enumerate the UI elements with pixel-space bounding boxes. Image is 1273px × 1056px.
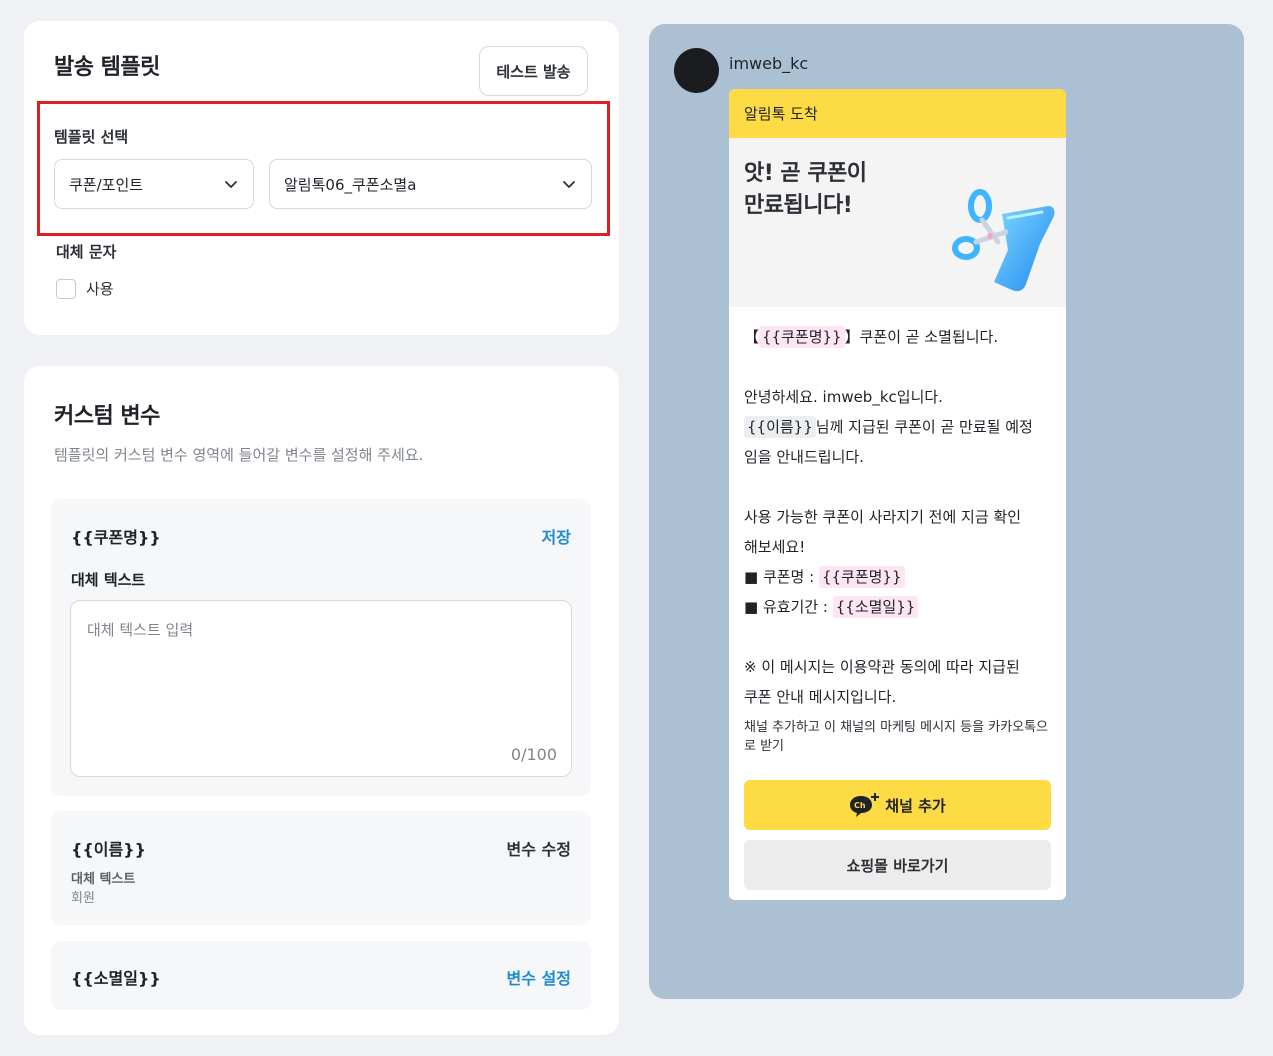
alimtalk-bubble: 알림톡 도착 앗! 곧 쿠폰이 만료됩니다! 【 {{쿠폰명}} 】쿠폰이 곧 … xyxy=(729,89,1066,900)
body-line-3: 임을 안내드립니다. xyxy=(744,448,864,466)
body-line-name: {{이름}} 님께 지급된 쿠폰이 곧 만료될 예정 xyxy=(744,412,1051,442)
custom-vars-description: 템플릿의 커스텀 변수 영역에 들어갈 변수를 설정해 주세요. xyxy=(54,446,424,464)
greeting: 안녕하세요. imweb_kc입니다. xyxy=(744,388,943,406)
avatar xyxy=(674,48,719,93)
var-item-expire-date: {{소멸일}} 변수 설정 xyxy=(51,941,591,1010)
template-select[interactable]: 알림톡06_쿠폰소멸a xyxy=(269,159,592,209)
hero-banner: 앗! 곧 쿠폰이 만료됩니다! xyxy=(729,138,1066,307)
go-to-shop-button[interactable]: 쇼핑몰 바로가기 xyxy=(744,840,1051,890)
use-checkbox[interactable] xyxy=(56,278,76,299)
var-name: {{소멸일}} xyxy=(71,969,161,988)
sender-name: imweb_kc xyxy=(729,54,809,73)
body-line-4: 사용 가능한 쿠폰이 사라지기 전에 지금 확인 xyxy=(744,508,1022,526)
message-preview: imweb_kc 알림톡 도착 앗! 곧 쿠폰이 만료됩니다! 【 {{쿠폰명}… xyxy=(649,24,1244,999)
var-item-coupon-name: {{쿠폰명}} 저장 대체 텍스트 0/100 xyxy=(51,499,591,796)
set-variable-button[interactable]: 변수 설정 xyxy=(507,965,571,989)
use-label: 사용 xyxy=(86,280,114,298)
category-select-value: 쿠폰/포인트 xyxy=(69,175,144,194)
custom-vars-card: 커스텀 변수 템플릿의 커스텀 변수 영역에 들어갈 변수를 설정해 주세요. … xyxy=(24,366,619,1035)
notice-line-1: ※ 이 메시지는 이용약관 동의에 따라 지급된 xyxy=(744,658,1020,676)
coupon-name-tag: {{쿠폰명}} xyxy=(818,566,905,588)
scissors-coupon-illustration xyxy=(952,189,1055,292)
body-line-1: 【{{쿠폰명}} 】쿠폰이 곧 소멸됩니다. xyxy=(744,326,999,348)
template-select-label: 템플릿 선택 xyxy=(54,128,129,146)
bullet-expiry: ■ 유효기간 : {{소멸일}} xyxy=(744,592,1051,622)
save-button[interactable]: 저장 xyxy=(542,524,571,548)
hero-title-line2: 만료됩니다! xyxy=(744,193,853,218)
edit-variable-button[interactable]: 변수 수정 xyxy=(507,836,571,860)
custom-vars-title: 커스텀 변수 xyxy=(54,404,160,429)
use-alt-message-checkbox-row[interactable]: 사용 xyxy=(56,278,114,299)
var-name: {{쿠폰명}} xyxy=(71,528,161,547)
chevron-down-icon xyxy=(225,181,237,188)
coupon-name-tag: {{쿠폰명}} xyxy=(759,326,845,348)
kakao-channel-icon: Ch xyxy=(850,793,880,817)
test-send-button[interactable]: 테스트 발송 xyxy=(479,46,588,96)
var-item-name: {{이름}} 변수 수정 대체 텍스트 회원 xyxy=(51,811,591,925)
alt-message-label: 대체 문자 xyxy=(56,243,117,261)
category-select[interactable]: 쿠폰/포인트 xyxy=(54,159,254,209)
message-body: 【{{쿠폰명}} 】쿠폰이 곧 소멸됩니다. 안녕하세요. imweb_kc입니다… xyxy=(729,307,1066,712)
var-name: {{이름}} xyxy=(71,840,147,859)
template-card: 발송 템플릿 테스트 발송 템플릿 선택 쿠폰/포인트 알림톡06_쿠폰소멸a … xyxy=(24,21,619,335)
alt-text-label: 대체 텍스트 xyxy=(71,571,146,589)
bubble-header: 알림톡 도착 xyxy=(729,89,1066,138)
expire-date-tag: {{소멸일}} xyxy=(832,596,919,618)
template-select-value: 알림톡06_쿠폰소멸a xyxy=(284,175,417,194)
name-tag: {{이름}} xyxy=(744,416,816,438)
alt-text-input[interactable] xyxy=(71,601,571,776)
add-channel-label: 채널 추가 xyxy=(885,796,946,815)
template-card-title: 발송 템플릿 xyxy=(54,55,160,80)
channel-foot-note: 채널 추가하고 이 채널의 마케팅 메시지 등을 카카오톡으로 받기 xyxy=(744,720,1049,754)
char-counter: 0/100 xyxy=(510,745,557,764)
alt-text-label: 대체 텍스트 xyxy=(71,872,136,887)
alt-text-value: 회원 xyxy=(71,891,95,906)
hero-title: 앗! 곧 쿠폰이 만료됩니다! xyxy=(744,158,867,222)
bullet-coupon: ■ 쿠폰명 : {{쿠폰명}} xyxy=(744,562,1051,592)
hero-title-line1: 앗! 곧 쿠폰이 xyxy=(744,161,867,186)
svg-text:Ch: Ch xyxy=(854,801,866,810)
notice-line-2: 쿠폰 안내 메시지입니다. xyxy=(744,688,897,706)
alt-text-field-wrap: 0/100 xyxy=(70,600,572,777)
add-channel-button[interactable]: Ch 채널 추가 xyxy=(744,780,1051,830)
chevron-down-icon xyxy=(563,181,575,188)
body-line-5: 해보세요! xyxy=(744,538,806,556)
